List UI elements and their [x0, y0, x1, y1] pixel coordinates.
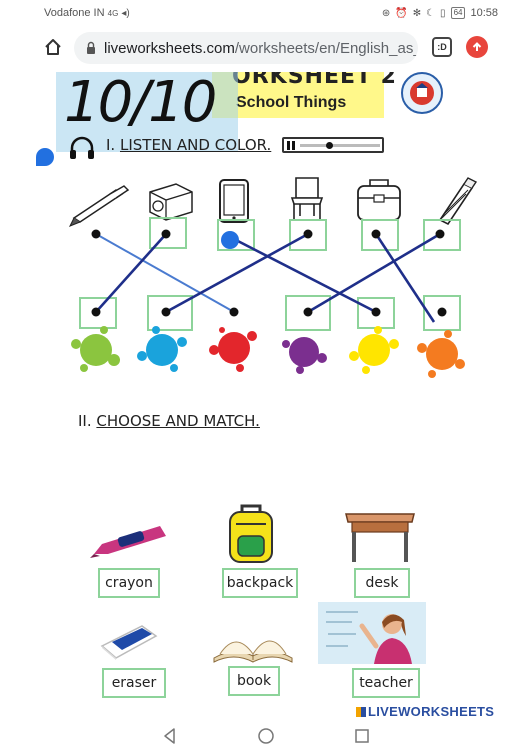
match-dot-top-5[interactable] [371, 229, 381, 239]
desk-picture [345, 513, 415, 562]
vibrate-icon: ▯ [440, 7, 446, 19]
battery-icon: 64 [450, 7, 466, 19]
word-backpack[interactable]: backpack [222, 568, 298, 598]
pen-picture [68, 185, 130, 227]
match-dot-bottom-3[interactable] [229, 307, 239, 317]
match-dot-top-3[interactable] [221, 231, 239, 249]
word-book[interactable]: book [228, 666, 280, 696]
orange-paint-splash [417, 330, 465, 378]
backpack-picture [229, 504, 273, 563]
section-2-heading: II. CHOOSE AND MATCH. [78, 412, 260, 430]
liveworksheets-icon [356, 707, 366, 717]
match-dot-bottom-4[interactable] [303, 307, 313, 317]
word-crayon[interactable]: crayon [98, 568, 160, 598]
purple-paint-splash [282, 337, 327, 374]
home-icon [45, 39, 61, 55]
match-dot-bottom-2[interactable] [161, 307, 171, 317]
recents-icon[interactable] [352, 726, 372, 746]
home-circle-icon[interactable] [256, 726, 276, 746]
word-desk[interactable]: desk [354, 568, 410, 598]
chair-picture [290, 177, 324, 220]
tabs-icon: :D [437, 42, 447, 52]
tablet-picture [219, 179, 249, 223]
word-eraser[interactable]: eraser [102, 668, 166, 698]
home-button[interactable] [40, 34, 66, 60]
address-bar[interactable]: liveworksheets.com/worksheets/en/English… [74, 32, 418, 64]
alarm-icon: ⏰ [395, 7, 408, 19]
tabs-button[interactable]: :D [432, 37, 452, 57]
match-dot-top-1[interactable] [91, 229, 101, 239]
eraser-picture [100, 625, 158, 660]
signal-icon: 4G [107, 9, 119, 18]
match-dot-bottom-5[interactable] [371, 307, 381, 317]
match-dot-top-6[interactable] [435, 229, 445, 239]
browser-toolbar: liveworksheets.com/worksheets/en/English… [0, 26, 532, 72]
bluetooth-icon: ✻ [412, 7, 422, 19]
teacher-picture [318, 602, 426, 664]
school-bag-picture [357, 179, 401, 221]
update-icon [472, 42, 482, 51]
red-paint-splash [209, 327, 257, 372]
liveworksheets-logo: LIVEWORKSHEETS [356, 704, 494, 719]
system-nav-bar [0, 720, 532, 752]
match-dot-bottom-6[interactable] [437, 307, 447, 317]
worksheet-page: ORKSHEET 2 School Things 10/10 I. LISTEN… [0, 72, 532, 720]
carrier-label: Vodafone IN 4G ◂) [44, 7, 130, 19]
lock-icon [87, 41, 95, 54]
match-line [374, 233, 436, 323]
match-line [95, 233, 167, 313]
pencil-sharpener-picture [149, 183, 193, 221]
crayon-box-picture [90, 526, 166, 558]
match-dot-top-4[interactable] [303, 229, 313, 239]
matching-area [68, 177, 478, 378]
blue-paint-splash [137, 326, 187, 372]
url-text: liveworksheets.com/worksheets/en/English… [104, 39, 418, 57]
status-bar: Vodafone IN 4G ◂) ⊛ ⏰ ✻ ☾ ▯ 64 10:58 [0, 0, 532, 26]
word-teacher[interactable]: teacher [352, 668, 420, 698]
green-paint-splash [71, 326, 120, 372]
match-dot-top-2[interactable] [161, 229, 171, 239]
match-dot-bottom-1[interactable] [91, 307, 101, 317]
crayon-picture [438, 177, 478, 226]
back-icon[interactable] [160, 726, 180, 746]
status-icons: ⊛ ⏰ ✻ ☾ ▯ 64 10:58 [382, 7, 498, 19]
nfc-icon: ⊛ [381, 7, 391, 19]
volume-icon: ◂) [121, 8, 130, 19]
book-picture [213, 640, 293, 663]
update-button[interactable] [466, 36, 488, 58]
clock: 10:58 [470, 7, 498, 19]
call-icon: ☾ [426, 7, 436, 19]
yellow-paint-splash [349, 326, 399, 374]
